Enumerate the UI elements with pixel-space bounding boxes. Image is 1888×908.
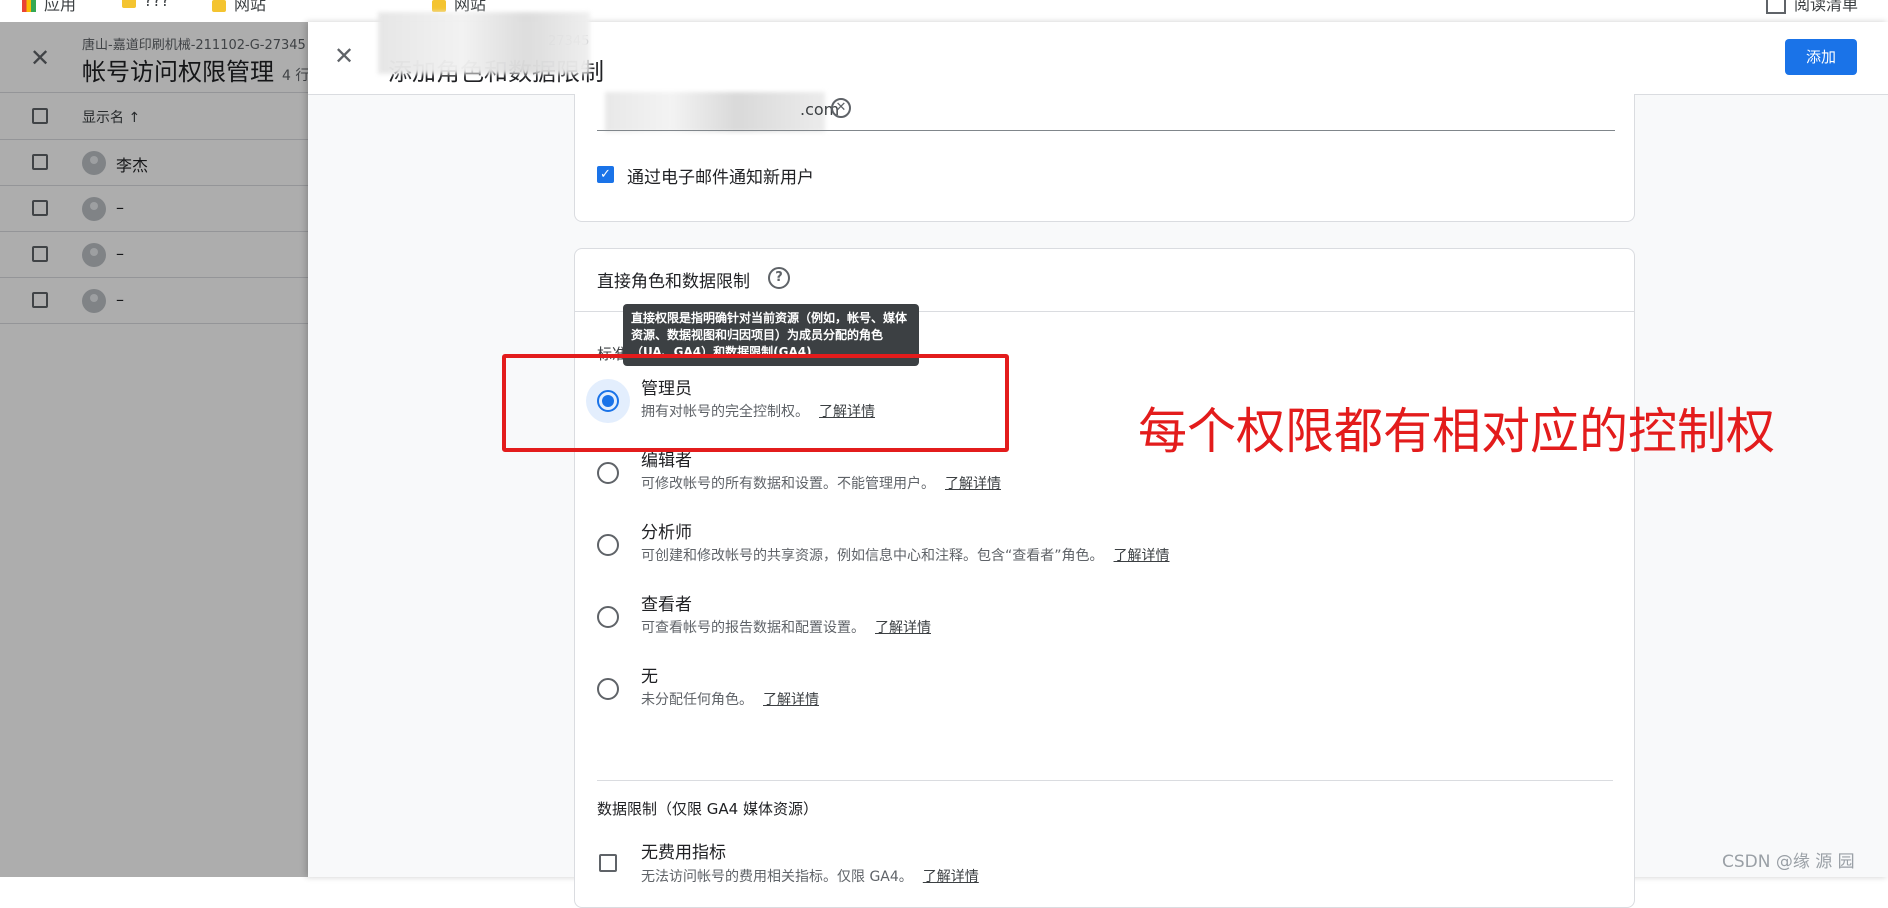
no-cost-metrics-desc: 无法访问帐号的费用相关指标。仅限 GA4。 了解详情 bbox=[641, 869, 979, 885]
learn-more-link[interactable]: 了解详情 bbox=[875, 620, 931, 636]
add-button[interactable]: 添加 bbox=[1785, 39, 1857, 75]
role-name: 无 bbox=[641, 667, 658, 687]
role-option-viewer[interactable]: 查看者 可查看帐号的报告数据和配置设置。 了解详情 bbox=[575, 585, 1634, 657]
annotation-text: 每个权限都有相对应的控制权 bbox=[1138, 403, 1776, 460]
modal-scrim bbox=[0, 22, 310, 877]
role-desc: 可查看帐号的报告数据和配置设置。 了解详情 bbox=[641, 620, 931, 636]
role-name: 查看者 bbox=[641, 595, 692, 615]
remove-chip-icon[interactable]: ✕ bbox=[831, 98, 851, 118]
email-card: .com ✕ ✓ 通过电子邮件通知新用户 bbox=[574, 92, 1635, 222]
data-restrictions-label: 数据限制（仅限 GA4 媒体资源） bbox=[597, 800, 818, 818]
role-name: 分析师 bbox=[641, 523, 692, 543]
no-cost-metrics-name: 无费用指标 bbox=[641, 843, 726, 863]
bookmark-apps[interactable]: 应用 bbox=[22, 0, 76, 15]
notify-checkbox[interactable]: ✓ bbox=[597, 166, 614, 183]
role-desc: 可创建和修改帐号的共享资源，例如信息中心和注释。包含“查看者”角色。 了解详情 bbox=[641, 548, 1170, 564]
annotation-highlight-box bbox=[502, 354, 1009, 452]
folder-icon bbox=[432, 0, 446, 12]
learn-more-link[interactable]: 了解详情 bbox=[763, 692, 819, 708]
role-option-analyst[interactable]: 分析师 可创建和修改帐号的共享资源，例如信息中心和注释。包含“查看者”角色。 了解… bbox=[575, 513, 1634, 585]
bookmarks-bar: 应用 ??? 网站 网站 阅读清单 bbox=[0, 0, 1888, 23]
folder-icon bbox=[122, 0, 136, 8]
learn-more-link[interactable]: 了解详情 bbox=[923, 869, 979, 885]
close-icon[interactable]: ✕ bbox=[334, 42, 354, 70]
apps-icon bbox=[22, 0, 36, 12]
bookmark-folder-1[interactable]: ??? bbox=[122, 0, 169, 10]
radio-viewer[interactable] bbox=[597, 606, 619, 628]
help-icon[interactable]: ? bbox=[768, 267, 790, 289]
no-cost-metrics-checkbox[interactable] bbox=[599, 854, 617, 872]
roles-card: 直接角色和数据限制 ? 标准 管理员 拥有对帐号的完全控制权。 了解详情 编辑者 … bbox=[574, 248, 1635, 908]
roles-card-header: 直接角色和数据限制 ? bbox=[575, 249, 1634, 312]
bookmark-folder-2[interactable]: 网站 bbox=[212, 0, 266, 15]
radio-editor[interactable] bbox=[597, 462, 619, 484]
watermark: CSDN @缘 源 园 bbox=[1722, 852, 1855, 872]
notify-label[interactable]: 通过电子邮件通知新用户 bbox=[627, 163, 814, 188]
drawer-header: ✕ 27345 添加角色和数据限制 添加 ⋮ bbox=[308, 12, 1888, 95]
role-desc: 可修改帐号的所有数据和设置。不能管理用户。 了解详情 bbox=[641, 476, 1001, 492]
learn-more-link[interactable]: 了解详情 bbox=[1114, 548, 1170, 564]
redacted-email bbox=[605, 92, 825, 132]
reading-list-icon bbox=[1765, 0, 1786, 14]
role-desc: 未分配任何角色。 了解详情 bbox=[641, 692, 819, 708]
learn-more-link[interactable]: 了解详情 bbox=[945, 476, 1001, 492]
role-option-none[interactable]: 无 未分配任何角色。 了解详情 bbox=[575, 657, 1634, 729]
roles-section-title: 直接角色和数据限制 bbox=[597, 272, 750, 292]
reading-list[interactable]: 阅读清单 bbox=[1765, 0, 1858, 15]
radio-analyst[interactable] bbox=[597, 534, 619, 556]
divider bbox=[597, 780, 1613, 781]
folder-icon bbox=[212, 0, 226, 12]
redacted-overlay bbox=[378, 12, 590, 74]
email-input-underline bbox=[597, 130, 1615, 131]
more-vert-icon[interactable]: ⋮ bbox=[1880, 44, 1888, 69]
radio-none[interactable] bbox=[597, 678, 619, 700]
